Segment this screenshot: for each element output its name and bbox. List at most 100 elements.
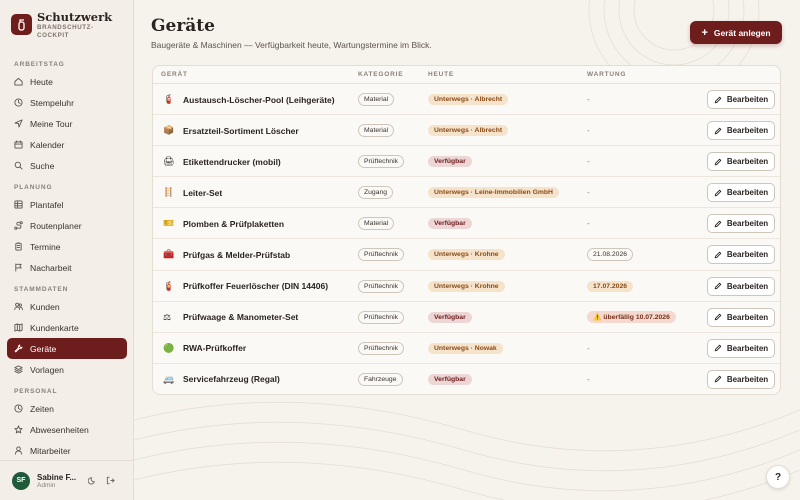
maintenance-badge: 21.08.2026 <box>587 248 634 262</box>
user-panel: SF Sabine F... Admin <box>0 460 134 500</box>
device-name[interactable]: Prüfgas & Melder-Prüfstab <box>183 239 290 270</box>
category-badge: Material <box>358 124 395 138</box>
sidebar-item-stempeluhr[interactable]: Stempeluhr <box>7 92 127 113</box>
extinguisher-logo-icon <box>11 14 32 35</box>
device-name[interactable]: Prüfkoffer Feuerlöscher (DIN 14406) <box>183 271 328 302</box>
route-icon <box>14 221 23 230</box>
device-name[interactable]: Servicefahrzeug (Regal) <box>183 364 280 394</box>
sidebar-item-heute[interactable]: Heute <box>7 71 127 92</box>
sidebar-item-kalender[interactable]: Kalender <box>7 134 127 155</box>
table-row[interactable]: 🟢 RWA-Prüfkoffer Prüftechnik Unterwegs · No… <box>153 333 780 364</box>
category-badge: Prüftechnik <box>358 248 405 262</box>
home-icon <box>14 77 23 86</box>
device-name[interactable]: Plomben & Prüfplaketten <box>183 208 284 239</box>
edit-label: Bearbeiten <box>726 95 769 104</box>
sidebar-item-abwesenheiten[interactable]: Abwesenheiten <box>7 419 127 440</box>
pencil-icon <box>714 313 722 321</box>
sidebar-item-suche[interactable]: Suche <box>7 155 127 176</box>
help-button[interactable]: ? <box>766 465 790 489</box>
devices-table: GERÄT KATEGORIE HEUTE WARTUNG 🧯 Austausch… <box>152 65 781 395</box>
table-row[interactable]: 🪜 Leiter-Set Zugang Unterwegs · Leine-Immob… <box>153 177 780 209</box>
sidebar: Schutzwerk BRANDSCHUTZ-COCKPIT ARBEITSTA… <box>0 0 134 500</box>
device-name[interactable]: Austausch-Löscher-Pool (Leihgeräte) <box>183 84 335 115</box>
table-row[interactable]: 🧰 Prüfgas & Melder-Prüfstab Prüftechnik Unt… <box>153 239 780 271</box>
edit-button[interactable]: Bearbeiten <box>707 369 775 389</box>
sidebar-item-mitarbeiter[interactable]: Mitarbeiter <box>7 440 127 461</box>
sidebar-item-routenplaner[interactable]: Routenplaner <box>7 215 127 236</box>
edit-button[interactable]: Bearbeiten <box>707 245 775 265</box>
nav-section-label: PLANUNG <box>14 184 53 191</box>
brand[interactable]: Schutzwerk BRANDSCHUTZ-COCKPIT <box>11 11 112 40</box>
table-row[interactable]: 🖨 Etikettendrucker (mobil) Prüftechnik Verf… <box>153 146 780 178</box>
table-row[interactable]: ⚖ Prüfwaage & Manometer-Set Prüftechnik Ver… <box>153 302 780 333</box>
logout-icon[interactable] <box>103 474 117 488</box>
edit-button[interactable]: Bearbeiten <box>707 214 775 234</box>
category-badge: Prüftechnik <box>358 279 405 293</box>
category-badge: Prüftechnik <box>358 155 405 169</box>
add-device-button[interactable]: + Gerät anlegen <box>690 21 782 44</box>
edit-label: Bearbeiten <box>726 374 769 384</box>
table-row[interactable]: 🎫 Plomben & Prüfplaketten Material Verfügba… <box>153 208 780 240</box>
avatar[interactable]: SF <box>12 471 30 490</box>
device-icon: 🧯 <box>163 280 175 291</box>
sidebar-item-nacharbeit[interactable]: Nacharbeit <box>7 257 127 278</box>
pencil-icon <box>714 220 722 228</box>
edit-label: Bearbeiten <box>726 312 769 322</box>
pencil-icon <box>714 282 722 290</box>
device-name[interactable]: RWA-Prüfkoffer <box>183 333 246 364</box>
edit-button[interactable]: Bearbeiten <box>707 152 775 172</box>
sidebar-item-label: Zeiten <box>30 403 54 414</box>
sidebar-nav: ARBEITSTAG Heute Stempeluhr Meine Tour Kalen… <box>0 55 134 467</box>
edit-button[interactable]: Bearbeiten <box>707 90 775 109</box>
page-subtitle: Baugeräte & Maschinen — Verfügbarkeit he… <box>151 40 432 50</box>
sidebar-item-zeiten[interactable]: Zeiten <box>7 398 127 419</box>
plus-icon: + <box>701 26 708 39</box>
sidebar-item-label: Kalender <box>30 139 65 150</box>
table-row[interactable]: 🧯 Austausch-Löscher-Pool (Leihgeräte) Mate… <box>153 84 780 116</box>
edit-button[interactable]: Bearbeiten <box>707 121 775 141</box>
nav-section-label: STAMMDATEN <box>14 286 69 293</box>
availability-badge: Unterwegs · Krohne <box>428 249 505 261</box>
nav-section-planung: PLANUNG Plantafel Routenplaner Termine Nacha… <box>0 182 134 278</box>
edit-label: Bearbeiten <box>726 126 769 136</box>
clock-icon <box>14 404 23 413</box>
device-icon: 🖨 <box>163 156 175 167</box>
category-badge: Material <box>358 217 395 231</box>
device-name[interactable]: Etikettendrucker (mobil) <box>183 146 281 177</box>
sidebar-item-geräte[interactable]: Geräte <box>7 338 127 359</box>
pencil-icon <box>714 189 722 197</box>
star-icon <box>14 425 23 434</box>
sidebar-item-label: Abwesenheiten <box>30 424 89 435</box>
table-row[interactable]: 🚐 Servicefahrzeug (Regal) Fahrzeuge Verfügb… <box>153 364 780 394</box>
sidebar-item-kunden[interactable]: Kunden <box>7 296 127 317</box>
moon-icon[interactable] <box>85 474 99 488</box>
sidebar-item-meine-tour[interactable]: Meine Tour <box>7 113 127 134</box>
edit-button[interactable]: Bearbeiten <box>707 183 775 203</box>
device-name[interactable]: Leiter-Set <box>183 177 222 208</box>
device-name[interactable]: Ersatzteil-Sortiment Löscher <box>183 115 299 146</box>
sidebar-item-vorlagen[interactable]: Vorlagen <box>7 359 127 380</box>
maintenance-value: - <box>587 157 590 167</box>
sidebar-item-termine[interactable]: Termine <box>7 236 127 257</box>
header-maintenance[interactable]: WARTUNG <box>587 71 626 78</box>
availability-badge: Unterwegs · Albrecht <box>428 125 509 137</box>
device-name[interactable]: Prüfwaage & Manometer-Set <box>183 302 298 333</box>
edit-button[interactable]: Bearbeiten <box>707 338 775 358</box>
sidebar-item-label: Heute <box>30 76 53 87</box>
sidebar-item-kundenkarte[interactable]: Kundenkarte <box>7 317 127 338</box>
pencil-icon <box>714 127 722 135</box>
edit-button[interactable]: Bearbeiten <box>707 276 775 296</box>
category-badge: Zugang <box>358 186 394 200</box>
table-row[interactable]: 📦 Ersatzteil-Sortiment Löscher Material Unt… <box>153 115 780 147</box>
header-today[interactable]: HEUTE <box>428 71 454 78</box>
sidebar-item-plantafel[interactable]: Plantafel <box>7 194 127 215</box>
edit-button[interactable]: Bearbeiten <box>707 307 775 327</box>
table-row[interactable]: 🧯 Prüfkoffer Feuerlöscher (DIN 14406) Prüf… <box>153 271 780 302</box>
header-device[interactable]: GERÄT <box>161 71 188 78</box>
navigation-icon <box>14 119 23 128</box>
edit-label: Bearbeiten <box>726 281 769 291</box>
availability-badge: Unterwegs · Krohne <box>428 280 505 292</box>
header-category[interactable]: KATEGORIE <box>358 71 403 78</box>
sidebar-item-label: Geräte <box>30 343 57 354</box>
users-icon <box>14 302 23 311</box>
